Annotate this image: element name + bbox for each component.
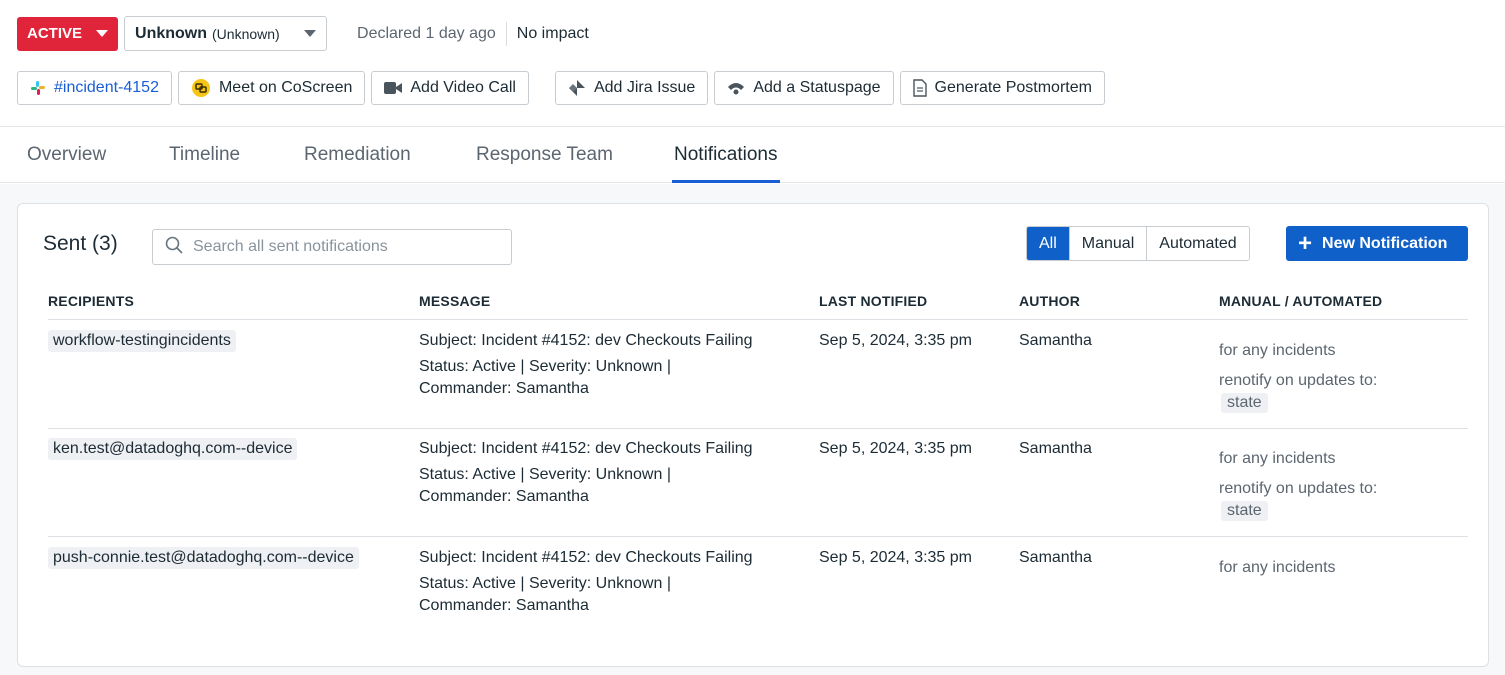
message-subject: Subject: Incident #4152: dev Checkouts F… [419,549,753,566]
video-camera-icon [384,81,403,95]
chevron-down-icon [96,30,109,37]
chevron-down-icon [304,30,317,37]
col-last-notified: LAST NOTIFIED [819,293,928,309]
add-video-call-button[interactable]: Add Video Call [371,71,529,105]
slack-channel-label: #incident-4152 [54,79,159,96]
table-header: RECIPIENTS MESSAGE LAST NOTIFIED AUTHOR … [48,288,1468,320]
message-cell: Subject: Incident #4152: dev Checkouts F… [419,547,799,617]
last-notified: Sep 5, 2024, 3:35 pm [819,549,972,566]
message-cell: Subject: Incident #4152: dev Checkouts F… [419,330,799,400]
rule-text: for any incidents [1219,450,1336,467]
document-icon [912,79,927,97]
rule-cell: for any incidents [1219,559,1336,577]
search-box[interactable] [152,229,512,265]
col-author: AUTHOR [1019,293,1081,309]
divider [505,21,507,46]
col-manual-automated: MANUAL / AUTOMATED [1219,293,1383,309]
incident-header: ACTIVE Unknown (Unknown) Declared 1 day … [17,16,589,51]
last-notified: Sep 5, 2024, 3:35 pm [819,440,972,457]
tab-bar: Overview Timeline Remediation Response T… [0,126,1505,183]
message-body-line2: Commander: Samantha [419,488,589,505]
severity-sub: (Unknown) [212,25,280,42]
recipient-chip: push-connie.test@datadoghq.com--device [48,547,359,569]
generate-postmortem-button[interactable]: Generate Postmortem [899,71,1105,105]
jira-icon [568,79,586,97]
tab-timeline[interactable]: Timeline [169,127,240,183]
rule-cell: for any incidents renotify on updates to… [1219,450,1377,521]
filter-manual[interactable]: Manual [1068,227,1147,260]
table-row[interactable]: workflow-testingincidents Subject: Incid… [48,321,1468,429]
filter-segmented-control: All Manual Automated [1026,226,1250,261]
notifications-panel: Sent (3) All Manual Automated + New Noti… [17,203,1489,667]
renotify-text: renotify on updates to: [1219,480,1378,497]
col-message: MESSAGE [419,293,491,309]
table-row[interactable]: ken.test@datadoghq.com--device Subject: … [48,429,1468,537]
slack-channel-button[interactable]: #incident-4152 [17,71,172,105]
message-subject: Subject: Incident #4152: dev Checkouts F… [419,440,753,457]
message-body-line2: Commander: Samantha [419,380,589,397]
coscreen-icon [191,78,211,98]
message-body-line1: Status: Active | Severity: Unknown | [419,466,671,483]
renotify-text: renotify on updates to: [1219,372,1378,389]
search-input[interactable] [193,238,493,256]
rule-text: for any incidents [1219,559,1336,576]
search-icon [165,236,183,259]
statuspage-icon [727,81,745,95]
tab-notifications[interactable]: Notifications [672,127,779,183]
message-cell: Subject: Incident #4152: dev Checkouts F… [419,438,799,508]
last-notified: Sep 5, 2024, 3:35 pm [819,332,972,349]
new-notification-button[interactable]: + New Notification [1286,226,1468,261]
recipient-chip: ken.test@datadoghq.com--device [48,438,298,460]
filter-all[interactable]: All [1027,227,1069,260]
coscreen-button[interactable]: Meet on CoScreen [177,71,366,105]
message-subject: Subject: Incident #4152: dev Checkouts F… [419,332,753,349]
tab-overview[interactable]: Overview [27,127,106,183]
add-jira-issue-button[interactable]: Add Jira Issue [554,71,709,105]
slack-icon [30,80,46,96]
author: Samantha [1019,440,1092,457]
rule-cell: for any incidents renotify on updates to… [1219,342,1377,413]
severity-dropdown[interactable]: Unknown (Unknown) [124,16,328,51]
add-jira-issue-label: Add Jira Issue [593,79,696,96]
status-label: ACTIVE [27,25,83,42]
sent-title: Sent (3) [43,232,118,255]
plus-icon: + [1298,229,1313,257]
impact-label[interactable]: No impact [517,25,589,43]
message-body-line2: Commander: Samantha [419,597,589,614]
author: Samantha [1019,332,1092,349]
generate-postmortem-label: Generate Postmortem [934,79,1092,96]
action-bar: #incident-4152 Meet on CoScreen Add Vide… [17,71,1111,105]
author: Samantha [1019,549,1092,566]
declared-time: Declared 1 day ago [357,24,496,42]
add-video-call-label: Add Video Call [410,79,516,96]
status-dropdown[interactable]: ACTIVE [17,16,119,51]
filter-automated[interactable]: Automated [1146,227,1249,260]
add-statuspage-button[interactable]: Add a Statuspage [714,71,894,105]
severity-value: Unknown [135,24,208,42]
new-notification-label: New Notification [1322,234,1448,252]
renotify-field-chip: state [1221,501,1268,521]
rule-text: for any incidents [1219,342,1336,359]
coscreen-label: Meet on CoScreen [218,79,353,96]
col-recipients: RECIPIENTS [48,293,135,309]
tab-response-team[interactable]: Response Team [476,127,613,183]
message-body-line1: Status: Active | Severity: Unknown | [419,358,671,375]
add-statuspage-label: Add a Statuspage [753,79,881,96]
recipient-chip: workflow-testingincidents [48,330,236,352]
table-row[interactable]: push-connie.test@datadoghq.com--device S… [48,538,1468,638]
tab-remediation[interactable]: Remediation [304,127,411,183]
message-body-line1: Status: Active | Severity: Unknown | [419,575,671,592]
renotify-field-chip: state [1221,393,1268,413]
